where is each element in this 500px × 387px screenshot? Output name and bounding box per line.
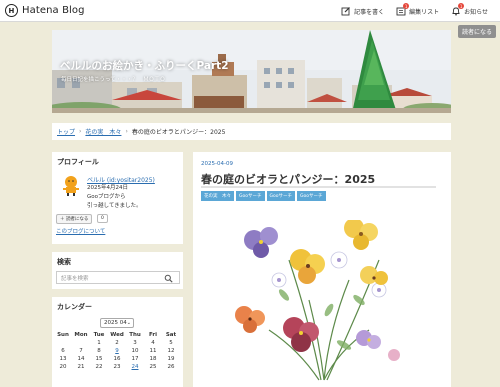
blog-header-banner: ベルルのお絵かき・ふりーくPart2 毎日日記を描こうって・・・？ ＭＯＴＯ <box>52 30 451 113</box>
breadcrumb-separator: › <box>125 128 128 135</box>
post-date[interactable]: 2025-04-09 <box>201 161 233 167</box>
search-input[interactable]: 記事を検索 <box>56 271 180 284</box>
subscribe-button[interactable]: 読者になる <box>457 25 496 38</box>
calendar-day: 20 <box>59 364 67 370</box>
calendar-day: 25 <box>149 364 157 370</box>
breadcrumb-top-link[interactable]: トップ <box>57 127 75 136</box>
calendar-day-of-week: Wed <box>110 332 124 338</box>
chevron-down-icon: ⌄ <box>126 320 131 326</box>
edit-list-link[interactable]: 1 編集リスト <box>396 3 440 16</box>
write-article-label: 記事を書く <box>354 8 385 16</box>
article: 2025-04-09 春の庭のビオラとパンジー：2025 花の実 木々 Gooサ… <box>193 152 451 387</box>
calendar-day-of-week: Fri <box>148 332 157 338</box>
profile-module: プロフィール ベルル (id:yositar2025) 2025年4月24日 G… <box>52 152 183 244</box>
calendar-day: 19 <box>167 356 175 362</box>
calendar-day: 1 <box>97 340 101 346</box>
calendar-day <box>72 340 90 346</box>
calendar-day: 5 <box>169 340 173 346</box>
follow-button-label: 読者になる <box>65 217 89 222</box>
calendar-day: 14 <box>77 356 85 362</box>
calendar-day-of-week: Mon <box>74 332 88 338</box>
calendar-grid: Sun Mon Tue Wed Thu Fri Sat 1 2 3 4 5 6 7 8 9 10 11 12 13 14… <box>54 332 180 370</box>
pencil-icon <box>341 6 351 16</box>
calendar-day: 17 <box>131 356 139 362</box>
article-image[interactable] <box>229 220 414 387</box>
calendar-day: 16 <box>113 356 121 362</box>
blog-title[interactable]: ベルルのお絵かき・ふりーくPart2 <box>60 58 229 73</box>
calendar-day[interactable]: 9 <box>108 348 126 354</box>
list-icon: 1 <box>396 3 410 16</box>
calendar-day: 21 <box>77 364 85 370</box>
title-divider <box>201 186 436 188</box>
breadcrumb-category-link[interactable]: 花の実 木々 <box>85 127 121 136</box>
profile-name-link[interactable]: ベルル (id:yositar2025) <box>87 175 155 184</box>
calendar-day: 22 <box>95 364 103 370</box>
calendar-title: カレンダー <box>57 303 92 311</box>
calendar-day: 8 <box>97 348 101 354</box>
category-tag[interactable]: Gooサーチ <box>236 191 265 201</box>
calendar-day: 15 <box>95 356 103 362</box>
search-placeholder: 記事を検索 <box>61 275 89 282</box>
calendar-day-of-week: Sat <box>165 332 177 338</box>
calendar-day-of-week: Sun <box>57 332 69 338</box>
notifications-link[interactable]: 1 お知らせ <box>451 3 488 16</box>
hatena-logo[interactable]: H Hatena Blog <box>5 4 85 17</box>
breadcrumb: トップ › 花の実 木々 › 春の庭のビオラとパンジー：2025 <box>52 123 451 140</box>
month-select-value: 2025 04 <box>104 320 127 326</box>
calendar-day: 2 <box>115 340 119 346</box>
calendar-day-of-week: Tue <box>93 332 105 338</box>
calendar-day: 18 <box>149 356 157 362</box>
search-icon[interactable] <box>164 274 173 283</box>
calendar-day: 3 <box>133 340 137 346</box>
category-tag[interactable]: Gooサーチ <box>297 191 326 201</box>
calendar-day: 6 <box>61 348 65 354</box>
calendar-module: カレンダー 2025 04 ⌄ Sun Mon Tue Wed Thu Fri Sat 1 2 3… <box>52 297 183 387</box>
calendar-day-of-week: Thu <box>129 332 141 338</box>
logo-text: Hatena Blog <box>22 5 85 16</box>
calendar-day[interactable]: 24 <box>126 364 144 370</box>
post-title[interactable]: 春の庭のビオラとパンジー：2025 <box>201 171 375 187</box>
search-module: 検索 記事を検索 <box>52 252 183 289</box>
calendar-day: 23 <box>113 364 121 370</box>
edit-list-label: 編集リスト <box>409 8 440 16</box>
breadcrumb-current: 春の庭のビオラとパンジー：2025 <box>131 129 226 136</box>
follow-count: 0 <box>97 214 108 223</box>
follow-button[interactable]: ＋ 読者になる <box>56 214 93 224</box>
bell-icon: 1 <box>451 3 465 16</box>
category-list: 花の実 木々 Gooサーチ Gooサーチ Gooサーチ <box>201 191 326 201</box>
top-nav: 記事を書く 1 編集リスト 1 お知らせ <box>341 0 500 22</box>
search-title: 検索 <box>57 258 71 266</box>
about-blog-link[interactable]: このブログについて <box>56 227 105 235</box>
calendar-day <box>54 340 72 346</box>
breadcrumb-separator: › <box>79 128 82 135</box>
profile-title: プロフィール <box>57 158 99 166</box>
category-tag[interactable]: Gooサーチ <box>266 191 295 201</box>
hatena-logo-icon: H <box>5 4 18 17</box>
global-header: H Hatena Blog 記事を書く 1 編集リスト 1 お知らせ <box>0 0 500 22</box>
profile-text: 2025年4月24日 Gooブログから 引っ越してきました。 <box>87 185 142 209</box>
month-select[interactable]: 2025 04 ⌄ <box>100 318 134 328</box>
calendar-day: 11 <box>149 348 157 354</box>
calendar-day: 12 <box>167 348 175 354</box>
write-article-link[interactable]: 記事を書く <box>341 6 384 16</box>
blog-description: 毎日日記を描こうって・・・？ ＭＯＴＯ <box>61 77 166 83</box>
calendar-day: 7 <box>79 348 83 354</box>
calendar-day: 10 <box>131 348 139 354</box>
calendar-day: 4 <box>151 340 155 346</box>
calendar-day: 26 <box>167 364 175 370</box>
calendar-day: 13 <box>59 356 67 362</box>
notifications-label: お知らせ <box>464 8 488 16</box>
avatar[interactable] <box>60 174 82 196</box>
category-tag[interactable]: 花の実 木々 <box>201 191 234 201</box>
